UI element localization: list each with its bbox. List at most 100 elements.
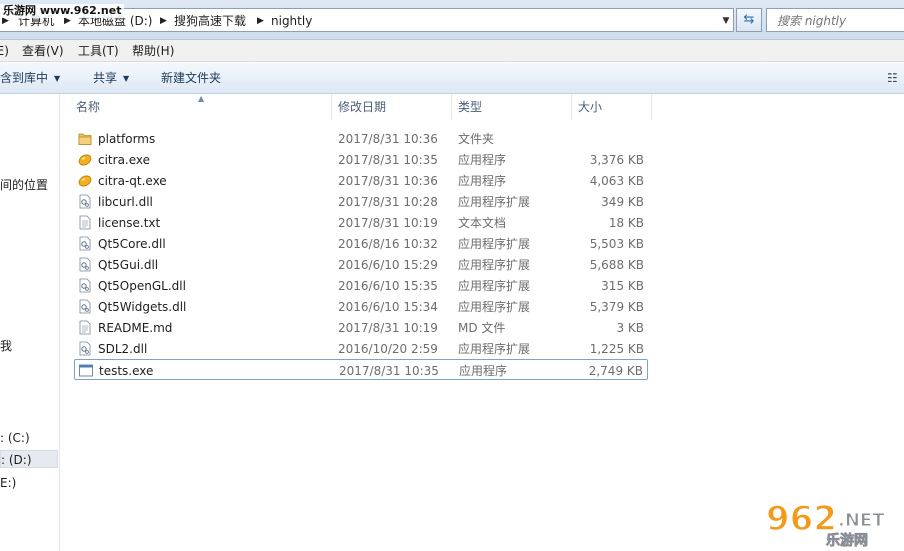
file-row[interactable]: libcurl.dll 2017/8/31 10:28 应用程序扩展 349 KB <box>74 191 648 212</box>
file-size: 3 KB <box>616 321 644 335</box>
text-file-icon <box>78 320 92 335</box>
column-header-type[interactable]: 类型 <box>458 94 572 120</box>
file-row[interactable]: tests.exe 2017/8/31 10:35 应用程序 2,749 KB <box>74 359 648 380</box>
nav-item-recent-places[interactable]: 间的位置 <box>0 176 58 194</box>
breadcrumb-nightly[interactable]: nightly <box>271 13 312 29</box>
file-name: README.md <box>98 321 173 335</box>
menu-edit[interactable]: (E) <box>0 43 9 59</box>
file-row[interactable]: Qt5Widgets.dll 2016/6/10 15:34 应用程序扩展 5,379… <box>74 296 648 317</box>
menu-tools[interactable]: 工具(T) <box>78 43 119 59</box>
logo-cn: 乐游网 <box>826 532 868 548</box>
file-modified-date: 2017/8/31 10:19 <box>338 321 438 335</box>
file-row[interactable]: Qt5Gui.dll 2016/6/10 15:29 应用程序扩展 5,688 KB <box>74 254 648 275</box>
search-box[interactable] <box>766 8 904 32</box>
file-size: 315 KB <box>601 279 644 293</box>
nav-item-drive-d[interactable]: : (D:) <box>0 450 58 468</box>
nav-item-partial[interactable]: 我 <box>0 337 58 355</box>
dll-icon <box>78 341 92 356</box>
share-label: 共享 <box>93 71 118 85</box>
breadcrumb-sogou-download[interactable]: 搜狗高速下载 <box>174 13 246 29</box>
file-row[interactable]: platforms 2017/8/31 10:36 文件夹 <box>74 128 648 149</box>
change-view-icon[interactable]: ☷ <box>887 71 904 85</box>
file-type: MD 文件 <box>458 321 506 335</box>
file-name: citra.exe <box>98 153 151 167</box>
file-modified-date: 2016/6/10 15:34 <box>338 300 438 314</box>
address-history-dropdown-icon[interactable]: ▼ <box>720 14 732 28</box>
file-modified-date: 2016/6/10 15:35 <box>338 279 438 293</box>
refresh-button[interactable]: ⇆ <box>736 8 762 32</box>
share-button[interactable]: 共享 ▼ <box>93 70 129 86</box>
nav-item-drive-e[interactable]: E:) <box>0 474 58 492</box>
dll-icon <box>78 299 92 314</box>
command-toolbar: 含到库中 ▼ 共享 ▼ 新建文件夹 ☷ <box>0 62 904 94</box>
file-list[interactable]: ▲ 名称 修改日期 类型 大小 platforms 2017/8/31 10:36… <box>60 94 904 551</box>
file-modified-date: 2017/8/31 10:35 <box>338 153 438 167</box>
breadcrumb-separator-icon[interactable]: ▶ <box>257 13 264 29</box>
menu-bar: (E) 查看(V) 工具(T) 帮助(H) <box>0 40 904 62</box>
navigation-pane[interactable]: 间的位置 我 : (C:) : (D:) E:) <box>0 94 60 551</box>
file-row[interactable]: citra-qt.exe 2017/8/31 10:36 应用程序 4,063 KB <box>74 170 648 191</box>
watermark-text: 乐游网 www.962.net <box>0 4 125 18</box>
refresh-icon: ⇆ <box>743 12 755 27</box>
file-row[interactable]: README.md 2017/8/31 10:19 MD 文件 3 KB <box>74 317 648 338</box>
file-name: citra-qt.exe <box>98 174 167 188</box>
exe-window-icon <box>79 363 93 378</box>
nav-item-drive-c[interactable]: : (C:) <box>0 429 58 447</box>
file-type: 应用程序 <box>458 153 507 167</box>
file-name: SDL2.dll <box>98 342 148 356</box>
folder-icon <box>78 131 92 146</box>
file-type: 应用程序扩展 <box>458 258 531 272</box>
file-type: 应用程序 <box>458 174 507 188</box>
file-type: 应用程序扩展 <box>458 237 531 251</box>
new-folder-button[interactable]: 新建文件夹 <box>161 70 221 86</box>
file-name: Qt5OpenGL.dll <box>98 279 186 293</box>
file-size: 4,063 KB <box>589 174 644 188</box>
text-file-icon <box>78 215 92 230</box>
logo-suffix: .NET <box>838 510 885 531</box>
menu-help[interactable]: 帮助(H) <box>132 43 174 59</box>
file-size: 1,225 KB <box>589 342 644 356</box>
file-row[interactable]: Qt5Core.dll 2016/8/16 10:32 应用程序扩展 5,503 KB <box>74 233 648 254</box>
file-modified-date: 2017/8/31 10:35 <box>339 364 439 378</box>
search-input[interactable] <box>777 12 901 30</box>
file-type: 应用程序 <box>459 364 508 378</box>
file-row[interactable]: license.txt 2017/8/31 10:19 文本文档 18 KB <box>74 212 648 233</box>
file-type: 应用程序扩展 <box>458 300 531 314</box>
file-row[interactable]: Qt5OpenGL.dll 2016/6/10 15:35 应用程序扩展 315 KB <box>74 275 648 296</box>
menu-view[interactable]: 查看(V) <box>22 43 64 59</box>
file-name: license.txt <box>98 216 161 230</box>
file-type: 应用程序扩展 <box>458 279 531 293</box>
file-type: 应用程序扩展 <box>458 195 531 209</box>
file-size: 3,376 KB <box>589 153 644 167</box>
file-modified-date: 2017/8/31 10:19 <box>338 216 438 230</box>
file-name: Qt5Widgets.dll <box>98 300 187 314</box>
file-type: 文件夹 <box>458 132 495 146</box>
chevron-down-icon: ▼ <box>54 74 61 83</box>
file-modified-date: 2017/8/31 10:36 <box>338 132 438 146</box>
file-name: tests.exe <box>99 364 154 378</box>
file-type: 文本文档 <box>458 216 507 230</box>
include-in-library-button[interactable]: 含到库中 ▼ <box>0 70 60 86</box>
file-row[interactable]: SDL2.dll 2016/10/20 2:59 应用程序扩展 1,225 KB <box>74 338 648 359</box>
file-size: 5,379 KB <box>589 300 644 314</box>
file-name: Qt5Gui.dll <box>98 258 159 272</box>
file-row[interactable]: citra.exe 2017/8/31 10:35 应用程序 3,376 KB <box>74 149 648 170</box>
file-modified-date: 2017/8/31 10:28 <box>338 195 438 209</box>
file-modified-date: 2016/10/20 2:59 <box>338 342 438 356</box>
chevron-down-icon: ▼ <box>123 74 130 83</box>
file-size: 2,749 KB <box>588 364 643 378</box>
address-bar-row: ▶ 计算机 ▶ 本地磁盘 (D:) ▶ 搜狗高速下载 ▶ nightly ▼ ⇆ <box>0 0 904 40</box>
citra-app-icon <box>78 173 92 188</box>
dll-icon <box>78 194 92 209</box>
file-name: platforms <box>98 132 156 146</box>
column-header-size[interactable]: 大小 <box>578 94 652 120</box>
dll-icon <box>78 236 92 251</box>
file-type: 应用程序扩展 <box>458 342 531 356</box>
file-size: 5,688 KB <box>589 258 644 272</box>
watermark-logo: 962 .NET 乐游网 <box>765 498 885 548</box>
file-modified-date: 2017/8/31 10:36 <box>338 174 438 188</box>
file-name: libcurl.dll <box>98 195 153 209</box>
breadcrumb-separator-icon[interactable]: ▶ <box>160 13 167 29</box>
column-header-date[interactable]: 修改日期 <box>338 94 452 120</box>
column-header-name[interactable]: 名称 <box>76 94 332 120</box>
